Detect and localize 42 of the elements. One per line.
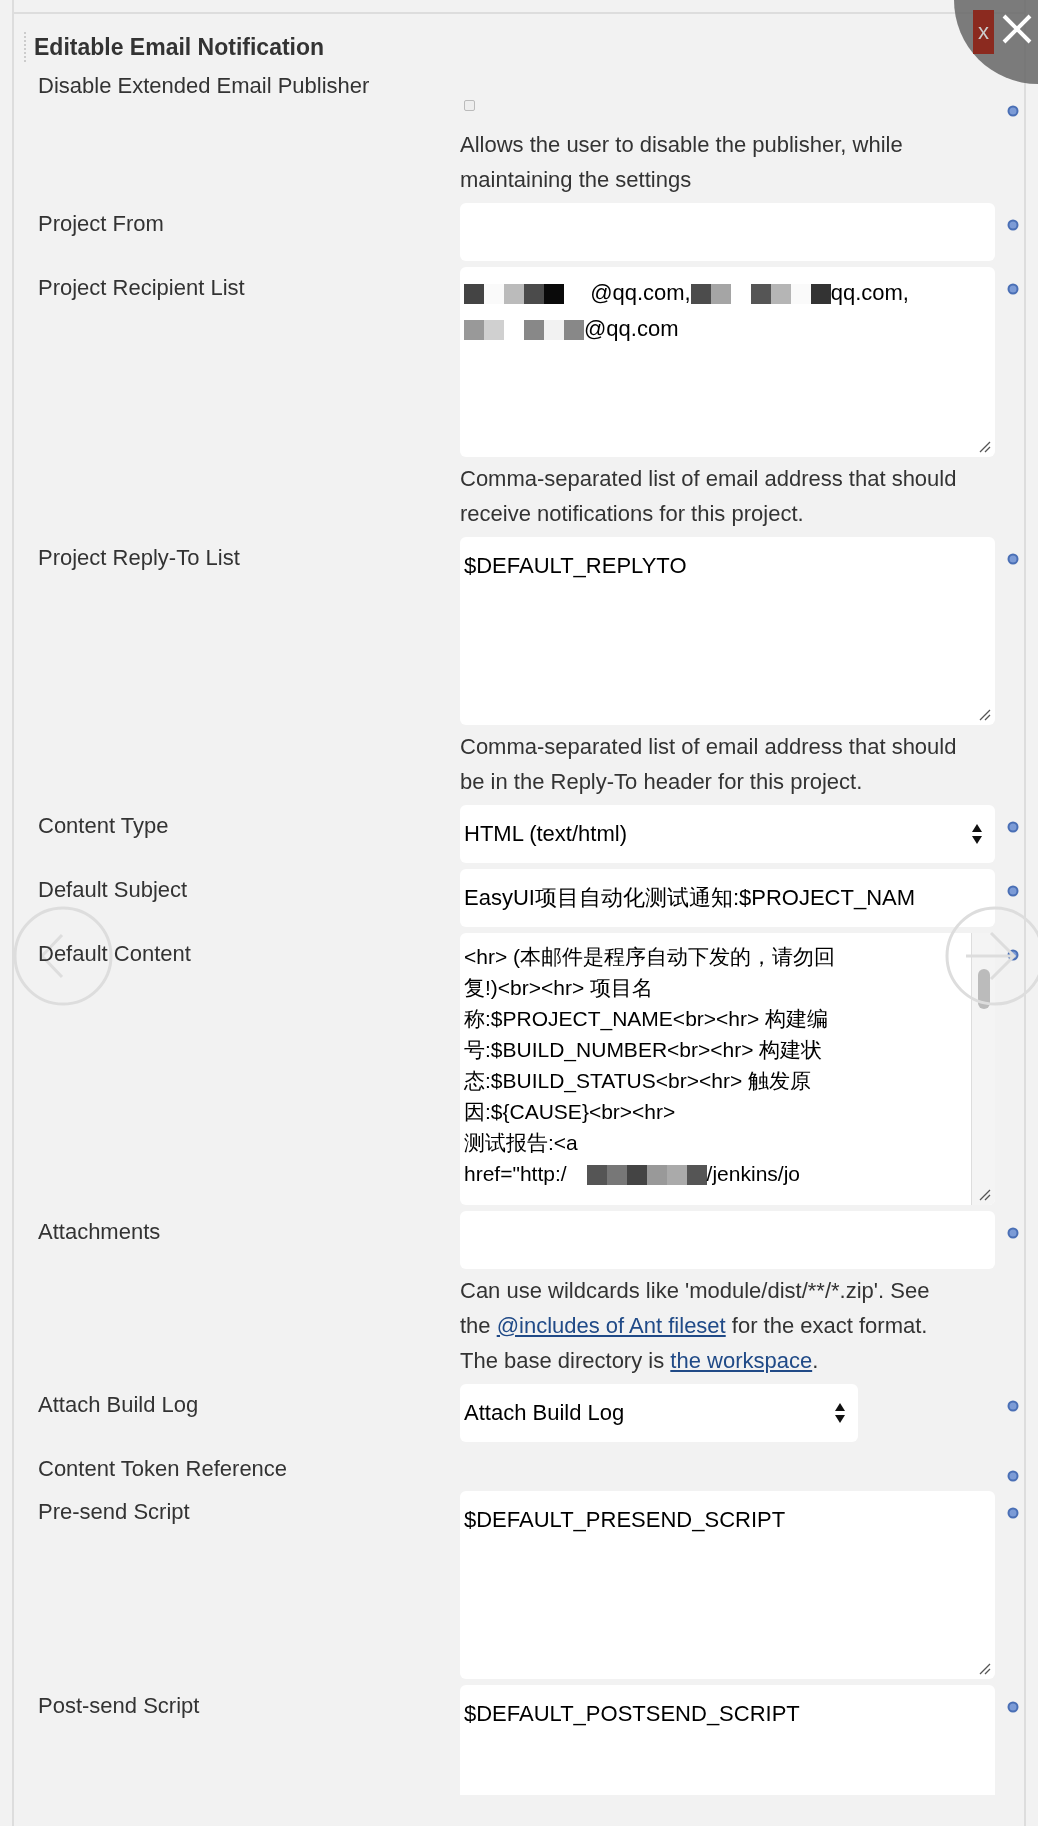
field-label: Project Reply-To List	[37, 543, 241, 572]
recipient-textarea[interactable]: @qq.com, qq.com, @qq.com	[460, 266, 995, 457]
close-badge[interactable]: x	[973, 10, 994, 54]
field-label: Content Type	[37, 811, 170, 840]
field-label: Pre-send Script	[37, 1497, 191, 1526]
text-field[interactable]: EasyUI项目自动化测试通知:$PROJECT_NAM	[460, 868, 995, 927]
link[interactable]: @includes of Ant fileset	[496, 1312, 726, 1338]
help-text: Can use wildcards like 'module/dist/**/*.zip'. See the @includes of Ant fileset for the exact format. The base directory is the workspace.	[460, 1276, 931, 1375]
help-icon[interactable]	[1007, 1506, 1019, 1519]
help-icon[interactable]	[1007, 1469, 1019, 1482]
checkbox[interactable]	[464, 100, 475, 111]
help-icon[interactable]	[1007, 1226, 1019, 1239]
help-icon[interactable]	[1007, 104, 1019, 117]
help-icon[interactable]	[1007, 552, 1019, 565]
field-label: Attach Build Log	[37, 1390, 200, 1419]
dropdown[interactable]: HTML (text/html)	[460, 804, 995, 863]
help-icon[interactable]	[1007, 884, 1019, 897]
textarea[interactable]: $DEFAULT_PRESEND_SCRIPT	[460, 1490, 995, 1679]
field-label: Project Recipient List	[37, 273, 246, 302]
help-icon[interactable]	[1007, 218, 1019, 231]
field-label: Disable Extended Email Publisher	[37, 71, 371, 100]
updown-arrows-icon	[834, 1401, 846, 1424]
help-text: Comma-separated list of email address that should be in the Reply-To header for this project.	[460, 732, 958, 796]
help-icon[interactable]	[1007, 948, 1019, 961]
field-label: Default Content	[37, 939, 192, 968]
field-label: Default Subject	[37, 875, 189, 904]
help-icon[interactable]	[1007, 282, 1019, 295]
field-label: Project From	[37, 209, 165, 238]
help-icon[interactable]	[1007, 1399, 1019, 1412]
help-icon[interactable]	[1007, 820, 1019, 833]
link[interactable]: the workspace	[670, 1347, 813, 1373]
help-icon[interactable]	[1007, 1700, 1019, 1713]
dropdown[interactable]: Attach Build Log	[460, 1383, 858, 1442]
field-label: Post-send Script	[37, 1691, 201, 1720]
field-label: Attachments	[37, 1217, 162, 1246]
textarea[interactable]: $DEFAULT_REPLYTO	[460, 536, 995, 725]
section-title: Editable Email Notification	[34, 33, 325, 62]
help-text: Allows the user to disable the publisher, while maintaining the settings	[460, 130, 904, 194]
updown-arrows-icon	[971, 822, 983, 845]
field-label: Content Token Reference	[37, 1454, 289, 1483]
help-text: Comma-separated list of email address that should receive notifications for this project.	[460, 464, 958, 528]
textarea[interactable]: $DEFAULT_POSTSEND_SCRIPT	[460, 1684, 995, 1795]
